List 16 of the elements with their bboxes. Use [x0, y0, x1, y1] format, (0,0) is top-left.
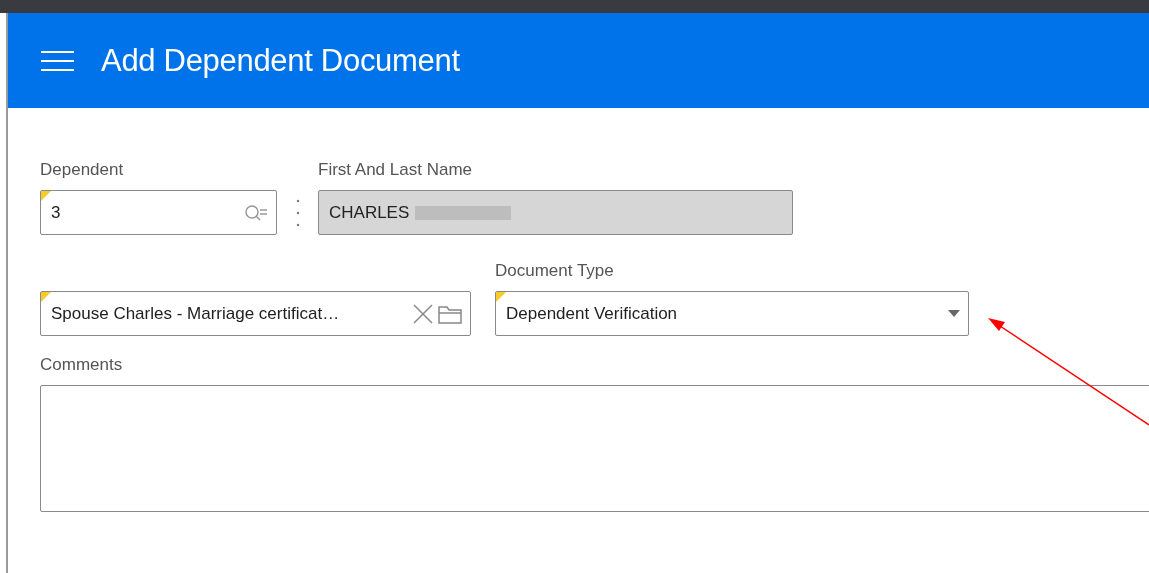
file-field[interactable]: Spouse Charles - Marriage certificat… [40, 291, 471, 336]
page-title: Add Dependent Document [101, 42, 460, 79]
comments-field[interactable] [40, 385, 1149, 512]
dropdown-caret-icon[interactable] [948, 309, 960, 318]
field-label: Dependent [40, 160, 125, 180]
lookup-field[interactable]: 3 [40, 190, 277, 235]
name-field: CHARLES [318, 190, 793, 235]
field-label: First And Last Name [318, 160, 473, 180]
close-icon[interactable] [412, 302, 434, 325]
more-options-icon[interactable] [295, 197, 300, 228]
field-label: Document Type [495, 261, 615, 281]
menu-icon[interactable] [41, 49, 74, 72]
search-icon[interactable] [244, 203, 268, 222]
dropdown-field[interactable]: Dependent Verification [495, 291, 969, 336]
folder-icon[interactable] [438, 303, 462, 324]
field-label: Comments [40, 355, 124, 375]
